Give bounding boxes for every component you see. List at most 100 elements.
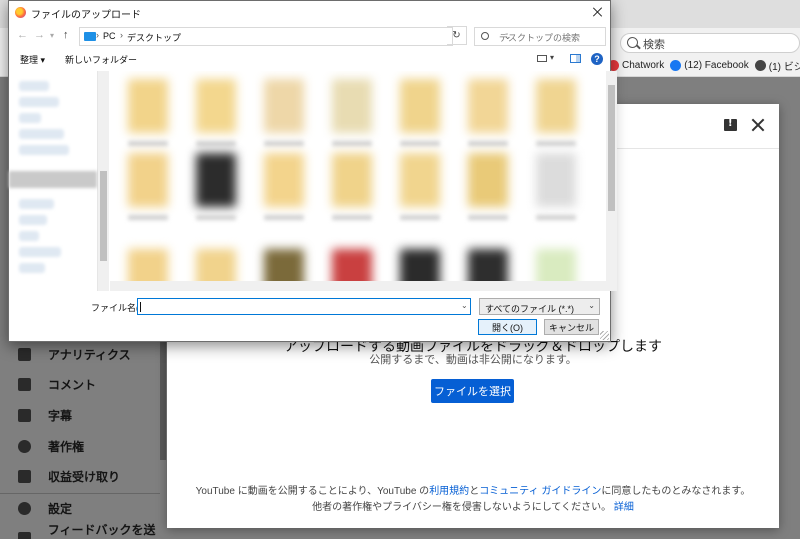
back-arrow-icon[interactable]: ←	[17, 29, 28, 41]
browser-search-box[interactable]: 検索	[620, 33, 800, 53]
breadcrumb-separator-icon: ›	[96, 30, 99, 40]
feedback-icon	[18, 531, 31, 539]
sidebar-item-label: コメント	[48, 377, 97, 392]
nav-tree-item[interactable]	[19, 145, 69, 155]
file-thumbnail[interactable]	[264, 79, 304, 133]
terms-suffix: に同意したものとみなされます。	[601, 486, 751, 497]
file-type-select[interactable]: すべてのファイル (*.*) ⌄	[479, 298, 600, 315]
file-thumbnail[interactable]	[196, 79, 236, 133]
select-files-button[interactable]: ファイルを選択	[431, 379, 514, 403]
change-view-icon[interactable]	[537, 55, 547, 62]
file-thumbnail[interactable]	[400, 79, 440, 133]
cancel-button[interactable]: キャンセル	[544, 319, 599, 335]
scrollbar-thumb[interactable]	[608, 85, 615, 211]
facebook-icon	[670, 59, 682, 71]
navigation-pane-scrollbar[interactable]	[98, 71, 109, 291]
dialog-close-icon[interactable]	[593, 7, 603, 17]
drop-zone-subtitle: 公開するまで、動画は非公開になります。	[369, 354, 577, 366]
report-feedback-icon[interactable]	[724, 118, 737, 131]
open-button[interactable]: 開く(O)	[478, 319, 537, 335]
refresh-button[interactable]: ↻	[447, 26, 467, 45]
file-upload-dialog: ファイルのアップロード ← → ▾ ↑ › PC › デスクトップ ⌄ ↻ デス…	[8, 0, 617, 342]
bookmark-item[interactable]: (12) Facebook	[670, 59, 749, 71]
dialog-title: ファイルのアップロード	[31, 10, 141, 21]
terms-of-service-link[interactable]: 利用規約	[429, 486, 469, 497]
filename-history-chevron-icon[interactable]: ⌄	[461, 301, 468, 310]
organize-button[interactable]: 整理 ▾	[20, 53, 45, 66]
analytics-icon	[18, 347, 31, 361]
file-list-view[interactable]	[110, 71, 606, 291]
file-name-label	[264, 141, 304, 146]
file-thumbnail[interactable]	[332, 79, 372, 133]
nav-tree-item[interactable]	[19, 231, 39, 241]
file-thumbnail[interactable]	[536, 79, 576, 133]
file-name-label	[128, 141, 168, 146]
nav-tree-selected-item[interactable]	[9, 171, 97, 188]
breadcrumb-pc[interactable]: PC	[103, 31, 116, 41]
nav-tree-item[interactable]	[19, 129, 64, 139]
help-icon[interactable]: ?	[591, 53, 603, 65]
nav-tree-item[interactable]	[19, 247, 61, 257]
rights-notice: 他者の著作権やプライバシー権を侵害しないようにしてください。 詳細	[167, 498, 779, 513]
file-thumbnail[interactable]	[468, 153, 508, 207]
nav-tree-item[interactable]	[19, 113, 41, 123]
preview-pane-icon[interactable]	[570, 54, 581, 63]
file-name-label	[400, 215, 440, 220]
sidebar-item-monetization[interactable]: 収益受け取り	[18, 465, 120, 487]
scrollbar-thumb[interactable]	[100, 171, 107, 261]
file-thumbnail[interactable]	[128, 79, 168, 133]
pc-icon	[84, 32, 96, 41]
recent-locations-chevron-icon[interactable]: ▾	[50, 31, 54, 40]
new-folder-button[interactable]: 新しいフォルダー	[65, 53, 137, 66]
nav-tree-item[interactable]	[19, 263, 45, 273]
details-link[interactable]: 詳細	[614, 502, 634, 513]
file-list-vertical-scrollbar[interactable]	[606, 71, 617, 291]
terms-notice: YouTube に動画を公開することにより、YouTube の利用規約とコミュニ…	[167, 482, 779, 497]
sidebar-scrollbar[interactable]	[160, 340, 166, 460]
view-options-chevron-icon[interactable]: ▾	[550, 53, 554, 62]
dialog-navigation-bar: ← → ▾ ↑ › PC › デスクトップ ⌄ ↻ デスクトップの検索	[9, 25, 610, 47]
file-type-selected-label: すべてのファイル (*.*)	[485, 304, 575, 314]
bookmarks-bar: Chatwork (12) Facebook (1) ビジネス	[608, 56, 800, 74]
nav-tree-item[interactable]	[19, 215, 47, 225]
sidebar-divider	[0, 493, 160, 494]
file-list-horizontal-scrollbar[interactable]	[110, 281, 606, 291]
breadcrumb-desktop[interactable]: デスクトップ	[127, 31, 181, 44]
file-thumbnail[interactable]	[400, 153, 440, 207]
sidebar-item-feedback[interactable]: フィードバックを送信	[18, 523, 165, 539]
dialog-command-bar: 整理 ▾ 新しいフォルダー ▾ ?	[9, 50, 610, 69]
nav-tree-item[interactable]	[19, 97, 59, 107]
community-guidelines-link[interactable]: コミュニティ ガイドライン	[479, 486, 601, 497]
file-name-label	[264, 215, 304, 220]
close-icon[interactable]	[750, 117, 766, 133]
bookmark-item[interactable]: (1) ビジネス	[754, 58, 800, 73]
nav-tree-item[interactable]	[19, 81, 49, 91]
up-arrow-icon[interactable]: ↑	[63, 29, 69, 41]
file-thumbnail[interactable]	[332, 153, 372, 207]
dialog-titlebar[interactable]: ファイルのアップロード	[9, 1, 610, 25]
file-thumbnail[interactable]	[264, 153, 304, 207]
file-name-label	[196, 141, 236, 146]
sidebar-item-settings[interactable]: 設定	[18, 497, 72, 519]
subtitles-icon	[18, 408, 31, 422]
sidebar-item-copyright[interactable]: 著作権	[18, 435, 84, 457]
bookmark-label: (12) Facebook	[684, 59, 749, 71]
breadcrumb-separator-icon: ›	[120, 30, 123, 40]
file-thumbnail[interactable]	[128, 153, 168, 207]
resize-grip[interactable]	[600, 331, 609, 340]
navigation-pane[interactable]	[9, 71, 98, 291]
file-thumbnail[interactable]	[196, 153, 236, 207]
filename-input[interactable]	[137, 298, 471, 315]
file-thumbnail[interactable]	[536, 153, 576, 207]
address-bar[interactable]: › PC › デスクトップ ⌄	[79, 27, 512, 46]
file-thumbnail[interactable]	[468, 79, 508, 133]
sidebar-item-label: フィードバックを送信	[47, 523, 156, 537]
nav-tree-item[interactable]	[19, 199, 54, 209]
browser-search-placeholder: 検索	[643, 39, 665, 51]
bookmark-item[interactable]: Chatwork	[608, 59, 664, 71]
folder-search-input[interactable]: デスクトップの検索	[474, 27, 606, 46]
sidebar-item-analytics[interactable]: アナリティクス	[18, 343, 131, 365]
sidebar-item-comments[interactable]: コメント	[18, 373, 96, 395]
sidebar-item-subtitles[interactable]: 字幕	[18, 404, 72, 426]
forward-arrow-icon[interactable]: →	[34, 29, 45, 41]
